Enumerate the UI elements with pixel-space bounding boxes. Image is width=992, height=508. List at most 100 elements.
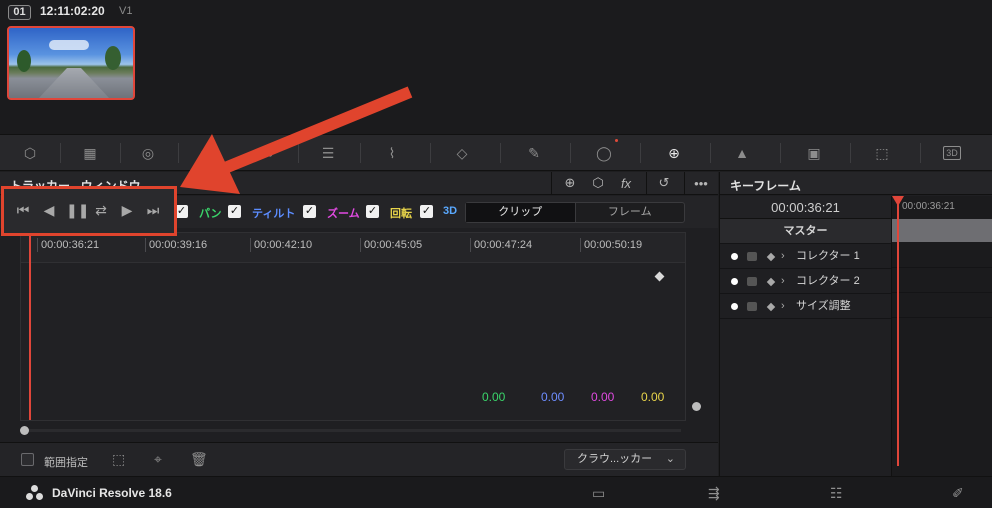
zoom-value: 0.00 bbox=[591, 390, 615, 404]
mode-frame-button[interactable]: フレーム bbox=[576, 203, 685, 222]
add-point-icon[interactable]: ⌖ bbox=[154, 451, 162, 468]
grid-icon[interactable]: ▦ bbox=[60, 135, 120, 171]
ruler-tick: 00:00:50:19 bbox=[580, 238, 642, 252]
tilt-label: ティルト bbox=[252, 208, 296, 220]
3d-cube-icon[interactable]: ⬡ bbox=[0, 135, 60, 171]
tilt-value: 0.00 bbox=[541, 390, 565, 404]
lock-icon[interactable] bbox=[747, 302, 757, 311]
keyframe-row[interactable]: › サイズ調整 bbox=[720, 294, 891, 319]
mesh-icon[interactable]: ◇ bbox=[432, 135, 492, 171]
fx-icon[interactable]: fx bbox=[612, 172, 640, 194]
track-reverse-icon[interactable]: ◀ bbox=[40, 202, 58, 219]
cut-page-icon[interactable]: ⇶ bbox=[708, 485, 720, 502]
tracker-playhead[interactable] bbox=[29, 233, 31, 420]
tracker-icon[interactable]: ⊕ bbox=[644, 135, 704, 171]
status-bar: DaVinci Resolve 18.6 ▭ ⇶ ☷ ✐ bbox=[0, 476, 992, 508]
keyframe-timecode: 00:00:36:21 bbox=[720, 196, 891, 219]
tracker-type-dropdown[interactable]: クラウ...ッカー ⌄ bbox=[564, 449, 686, 470]
zoom-checkbox[interactable]: ✓ bbox=[303, 205, 316, 218]
enable-dot-icon[interactable] bbox=[731, 278, 738, 285]
track-forward-icon[interactable]: ▶ bbox=[118, 202, 136, 219]
master-keyframe-track bbox=[892, 219, 992, 242]
reset-icon[interactable]: ↺ bbox=[652, 172, 676, 194]
tracker-panel: トラッカー - ウィンドウ ⊕ ⬡ fx ↺ ••• ✓ パン ✓ ティルト ✓… bbox=[0, 172, 718, 476]
resize-icon[interactable]: ⬚ bbox=[852, 135, 912, 171]
track-forward-to-end-icon[interactable]: ⏭ bbox=[144, 202, 162, 219]
keyframe-diamond-icon[interactable] bbox=[766, 252, 776, 262]
pan-label: パン bbox=[199, 208, 222, 220]
link-icon[interactable]: ∞ bbox=[238, 135, 298, 171]
tilt-checkbox[interactable]: ✓ bbox=[228, 205, 241, 218]
3d-icon[interactable]: 3D bbox=[922, 135, 982, 171]
zoom-label: ズーム bbox=[327, 208, 360, 220]
eyedropper-icon[interactable]: ✎ bbox=[504, 135, 564, 171]
ruler-tick: 00:00:42:10 bbox=[250, 238, 312, 252]
cube-icon[interactable]: ⬡ bbox=[586, 172, 610, 194]
horizontal-zoom-slider[interactable] bbox=[20, 426, 682, 436]
rotate-checkbox[interactable]: ✓ bbox=[366, 205, 379, 218]
ruler-tick: 00:00:45:05 bbox=[360, 238, 422, 252]
rotate-label: 回転 bbox=[390, 208, 412, 220]
range-checkbox[interactable] bbox=[21, 453, 34, 466]
mode-clip-button[interactable]: クリップ bbox=[466, 203, 576, 222]
pan-value: 0.00 bbox=[482, 390, 506, 404]
color-page-icon[interactable]: ✐ bbox=[952, 485, 964, 502]
keyframe-diamond-icon[interactable] bbox=[766, 302, 776, 312]
mask-icon[interactable]: ▣ bbox=[784, 135, 844, 171]
delete-point-icon[interactable]: 🗑 bbox=[190, 451, 208, 468]
ruler-tick: 00:00:47:24 bbox=[470, 238, 532, 252]
chevron-right-icon[interactable]: › bbox=[781, 269, 785, 294]
keyframe-ruler-timecode: 00:00:36:21 bbox=[902, 201, 955, 212]
keyframe-panel: キーフレーム 00:00:36:21 マスター › コレクター 1 › コレクタ… bbox=[719, 172, 992, 476]
tracker-footer: 範囲指定 ⬚ ⌖ 🗑 クラウ...ッカー ⌄ bbox=[0, 442, 718, 476]
keyframe-marker[interactable] bbox=[654, 271, 665, 282]
crosshair-icon[interactable]: ⊕ bbox=[558, 172, 582, 194]
keyframe-list: 00:00:36:21 マスター › コレクター 1 › コレクター 2 › サ… bbox=[720, 196, 891, 476]
track-reverse-to-start-icon[interactable]: ⏮ bbox=[14, 202, 32, 219]
power-window-icon[interactable]: ◉ bbox=[176, 135, 236, 171]
tracker-mode-toggle: クリップ フレーム bbox=[465, 202, 685, 223]
more-options-icon[interactable]: ••• bbox=[690, 172, 712, 194]
keyframe-playhead[interactable] bbox=[897, 196, 899, 466]
enable-dot-icon[interactable] bbox=[731, 303, 738, 310]
selection-box-icon[interactable]: ⬚ bbox=[112, 451, 125, 468]
blur-icon[interactable]: ☰ bbox=[298, 135, 358, 171]
ruler-tick: 00:00:39:16 bbox=[145, 238, 207, 252]
3d-checkbox[interactable]: ✓ bbox=[420, 205, 433, 218]
ruler-tick: 00:00:36:21 bbox=[37, 238, 99, 252]
chevron-right-icon[interactable]: › bbox=[781, 294, 785, 319]
davinci-logo-icon bbox=[26, 485, 44, 501]
media-page-icon[interactable]: ▭ bbox=[592, 485, 605, 502]
clip-track: V1 bbox=[119, 5, 133, 17]
lock-icon[interactable] bbox=[747, 252, 757, 261]
tracker-ruler: 00:00:36:21 00:00:39:16 00:00:42:10 00:0… bbox=[21, 233, 685, 263]
rotate-value: 0.00 bbox=[641, 390, 665, 404]
chevron-down-icon: ⌄ bbox=[665, 453, 675, 465]
stop-tracking-icon[interactable]: ❚❚ bbox=[66, 202, 89, 219]
palette-toolbar: ⬡ ▦ ◎ ◉ ∞ ☰ ⌇ ◇ ✎ ◯ ⊕ ▲ ▣ ⬚ 3D bbox=[0, 134, 992, 171]
circle-icon[interactable]: ◎ bbox=[118, 135, 178, 171]
chevron-right-icon[interactable]: › bbox=[781, 244, 785, 269]
clip-number: 01 bbox=[8, 5, 31, 20]
transport-controls: ⏮ ◀ ❚❚ ⇄ ▶ ⏭ bbox=[1, 186, 177, 236]
keyframe-diamond-icon[interactable] bbox=[766, 277, 776, 287]
enable-dot-icon[interactable] bbox=[731, 253, 738, 260]
keyframe-row[interactable]: › コレクター 2 bbox=[720, 269, 891, 294]
vertical-zoom-slider[interactable] bbox=[692, 232, 701, 421]
clip-thumbnail[interactable] bbox=[7, 26, 135, 100]
app-name: DaVinci Resolve 18.6 bbox=[52, 486, 172, 500]
clip-strip: 01 12:11:02:20 V1 bbox=[0, 0, 992, 134]
droplets-icon[interactable]: ▲ bbox=[712, 135, 772, 171]
clip-timecode: 12:11:02:20 bbox=[40, 4, 105, 18]
keyframe-title: キーフレーム bbox=[730, 179, 801, 193]
range-label: 範囲指定 bbox=[44, 457, 88, 469]
keyframe-timeline[interactable]: 00:00:36:21 bbox=[891, 196, 992, 476]
lock-icon[interactable] bbox=[747, 277, 757, 286]
qualifier-icon[interactable]: ◯ bbox=[574, 135, 634, 171]
edit-page-icon[interactable]: ☷ bbox=[830, 485, 843, 502]
tracker-graph[interactable]: 00:00:36:21 00:00:39:16 00:00:42:10 00:0… bbox=[20, 232, 686, 421]
keyframe-master-row[interactable]: マスター bbox=[720, 219, 891, 244]
curve-icon[interactable]: ⌇ bbox=[362, 135, 422, 171]
track-bidirectional-icon[interactable]: ⇄ bbox=[92, 202, 110, 219]
keyframe-row[interactable]: › コレクター 1 bbox=[720, 244, 891, 269]
